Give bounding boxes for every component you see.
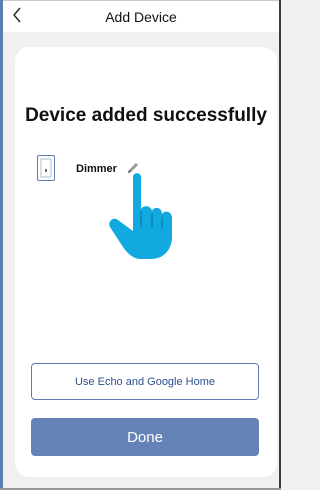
success-headline: Device added successfully (25, 105, 267, 126)
light-switch-icon (37, 155, 55, 181)
chevron-left-icon (13, 7, 21, 23)
window-left-border (0, 0, 3, 490)
back-button[interactable] (9, 5, 25, 25)
window-right-border (279, 0, 281, 490)
header-bar: Add Device (3, 1, 279, 32)
done-button[interactable]: Done (31, 418, 259, 456)
page-title: Add Device (105, 8, 177, 25)
use-echo-google-home-button[interactable]: Use Echo and Google Home (31, 363, 259, 400)
hand-pointer-icon (109, 173, 172, 259)
success-card: Device added successfully Dimmer Use Ech… (15, 47, 277, 477)
